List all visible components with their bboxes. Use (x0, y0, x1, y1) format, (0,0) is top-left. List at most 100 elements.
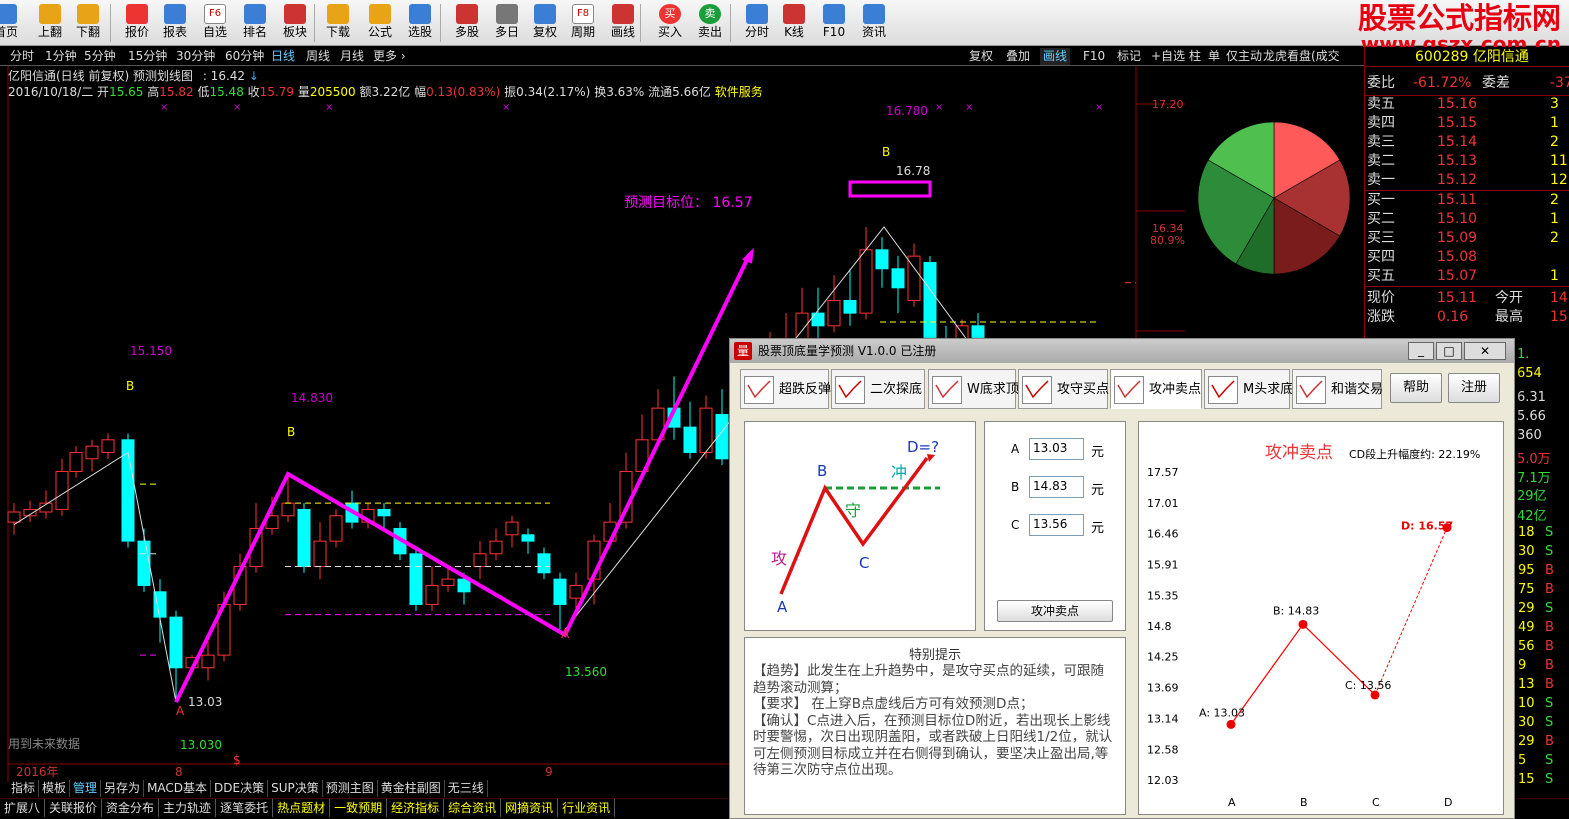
indicator-tab-0[interactable]: 指标 (8, 780, 40, 797)
period-tab-7[interactable]: 周线 (306, 48, 330, 65)
dialog-tab-1[interactable]: 二次探底 (831, 369, 925, 409)
candle (85, 439, 99, 472)
indicator-tab-2[interactable]: 管理 (70, 780, 102, 797)
candle (489, 528, 503, 561)
dialog-titlebar[interactable]: 量 股票顶底量学预测 V1.0.0 已注册 _ □ ✕ (730, 339, 1514, 363)
chart-tool-4[interactable]: 标记 (1114, 48, 1144, 65)
register-button[interactable]: 注册 (1448, 373, 1500, 403)
period-tab-1[interactable]: 1分钟 (45, 48, 77, 65)
period-tab-6[interactable]: 日线 (271, 48, 295, 65)
toolbar-button-3[interactable]: 报价 (117, 2, 157, 44)
toolbar-label: 报表 (162, 25, 187, 39)
indicator-tab-5[interactable]: DDE决策 (211, 780, 269, 797)
indicator-tab-4[interactable]: MACD基本 (144, 780, 212, 797)
toolbar-button-20[interactable]: F10 (814, 2, 854, 44)
period-tab-3[interactable]: 15分钟 (128, 48, 167, 65)
chart-tool-8[interactable]: 仅主动 (1223, 48, 1265, 65)
toolbar-button-2[interactable]: 下翻 (68, 2, 108, 44)
chart-tool-3[interactable]: F10 (1080, 48, 1108, 65)
chart-tool-2[interactable]: 画线 (1040, 48, 1071, 65)
chart-tool-7[interactable]: 单 (1205, 48, 1223, 65)
toolbar-button-12[interactable]: 多日 (487, 2, 527, 44)
toolbar-button-8[interactable]: 下载 (318, 2, 358, 44)
period-tab-5[interactable]: 60分钟 (225, 48, 264, 65)
info-tab-3[interactable]: 主力轨迹 (159, 799, 217, 817)
period-tab-2[interactable]: 5分钟 (84, 48, 116, 65)
dialog-tab-2[interactable]: W底求顶 (928, 369, 1019, 409)
toolbar-button-17[interactable]: 卖卖出 (690, 2, 730, 44)
toolbar-label: 公式 (367, 25, 392, 39)
marker-dot: × (1095, 102, 1103, 113)
toolbar-button-6[interactable]: 排名 (235, 2, 275, 44)
dialog-tab-5[interactable]: M头求底 (1204, 369, 1293, 409)
calc-button[interactable]: 攻冲卖点 (997, 600, 1113, 622)
toolbar-button-16[interactable]: 买买入 (650, 2, 690, 44)
period-tab-8[interactable]: 月线 (340, 48, 364, 65)
indicator-tab-9[interactable]: 无三线 (445, 780, 488, 797)
info-tab-7[interactable]: 经济指标 (387, 799, 445, 817)
toolbar-button-10[interactable]: 选股 (400, 2, 440, 44)
toolbar-label: 资讯 (861, 25, 886, 39)
info-tab-9[interactable]: 网摘资讯 (501, 799, 559, 817)
field-input-c[interactable]: 13.56 (1029, 514, 1084, 536)
info-tab-5[interactable]: 热点题材 (273, 799, 331, 817)
info-tab-8[interactable]: 综合资讯 (444, 799, 502, 817)
toolbar-button-7[interactable]: 板块 (275, 2, 315, 44)
toolbar-button-5[interactable]: F6 自选 (195, 2, 235, 44)
period-tab-4[interactable]: 30分钟 (176, 48, 215, 65)
info-tab-0[interactable]: 扩展八 (0, 799, 46, 817)
info-tab-4[interactable]: 逐笔委托 (216, 799, 274, 817)
chart-tool-6[interactable]: 柱 (1186, 48, 1204, 65)
chart-tool-0[interactable]: 复权 (966, 48, 996, 65)
period-tab-9[interactable]: 更多 › (373, 48, 406, 65)
maximize-icon[interactable]: □ (1436, 342, 1462, 360)
x-tick-label: D (1444, 796, 1452, 809)
level-13030: 13.030 (180, 738, 222, 752)
field-input-a[interactable]: 13.03 (1029, 438, 1084, 460)
toolbar-button-0[interactable]: 首页 (0, 2, 26, 44)
indicator-tab-1[interactable]: 模板 (39, 780, 71, 797)
toolbar-separator (730, 4, 731, 42)
info-tab-2[interactable]: 资金分布 (102, 799, 160, 817)
dialog-tab-3[interactable]: 攻守买点 (1018, 369, 1109, 409)
y-tick-label: 16.46 (1147, 528, 1179, 541)
chart-tool-9[interactable]: 龙虎看盘(成交 (1260, 48, 1343, 65)
indicator-tab-6[interactable]: SUP决策 (268, 780, 323, 797)
dialog-tab-0[interactable]: 超跌反弹 (740, 369, 831, 409)
candle (683, 401, 697, 459)
toolbar-label: 分时 (744, 25, 769, 39)
field-input-b[interactable]: 14.83 (1029, 476, 1084, 498)
tick-side: B (1545, 658, 1554, 673)
info-tab-1[interactable]: 关联报价 (45, 799, 103, 817)
indicator-tab-7[interactable]: 预测主图 (323, 780, 378, 797)
toolbar-button-11[interactable]: 多股 (447, 2, 487, 44)
period-tab-0[interactable]: 分时 (10, 48, 34, 65)
info-tab-6[interactable]: 一致预期 (330, 799, 388, 817)
minimize-icon[interactable]: _ (1408, 342, 1434, 360)
toolbar-icon (409, 4, 431, 24)
toolbar-button-1[interactable]: 上翻 (30, 2, 70, 44)
toolbar-label: K线 (784, 25, 804, 39)
toolbar-button-13[interactable]: 复权 (525, 2, 565, 44)
close-icon[interactable]: ✕ (1464, 342, 1506, 360)
toolbar-button-18[interactable]: 分时 (737, 2, 777, 44)
point-b3: B (882, 145, 890, 159)
toolbar-button-9[interactable]: 公式 (360, 2, 400, 44)
dialog-tab-6[interactable]: 和谐交易 (1292, 369, 1383, 409)
chart-tool-5[interactable]: +自选 (1148, 48, 1188, 65)
pattern-icon (932, 376, 962, 404)
toolbar-button-19[interactable]: K线 (774, 2, 814, 44)
toolbar-button-4[interactable]: 报表 (155, 2, 195, 44)
indicator-tab-3[interactable]: 另存为 (101, 780, 145, 797)
toolbar-button-14[interactable]: F8 周期 (563, 2, 603, 44)
chart-tool-1[interactable]: 叠加 (1003, 48, 1033, 65)
toolbar-button-15[interactable]: 画线 (603, 2, 643, 44)
dialog-tab-4[interactable]: 攻冲卖点 (1110, 369, 1202, 409)
help-button[interactable]: 帮助 (1390, 373, 1442, 403)
info-tab-10[interactable]: 行业资讯 (558, 799, 616, 817)
dialog-title: 股票顶底量学预测 V1.0.0 已注册 (758, 344, 937, 358)
indicator-tab-8[interactable]: 黄金柱副图 (378, 780, 445, 797)
tick-volume: 29 (1518, 734, 1535, 749)
tick-volume: 75 (1518, 582, 1535, 597)
toolbar-button-21[interactable]: 资讯 (854, 2, 894, 44)
